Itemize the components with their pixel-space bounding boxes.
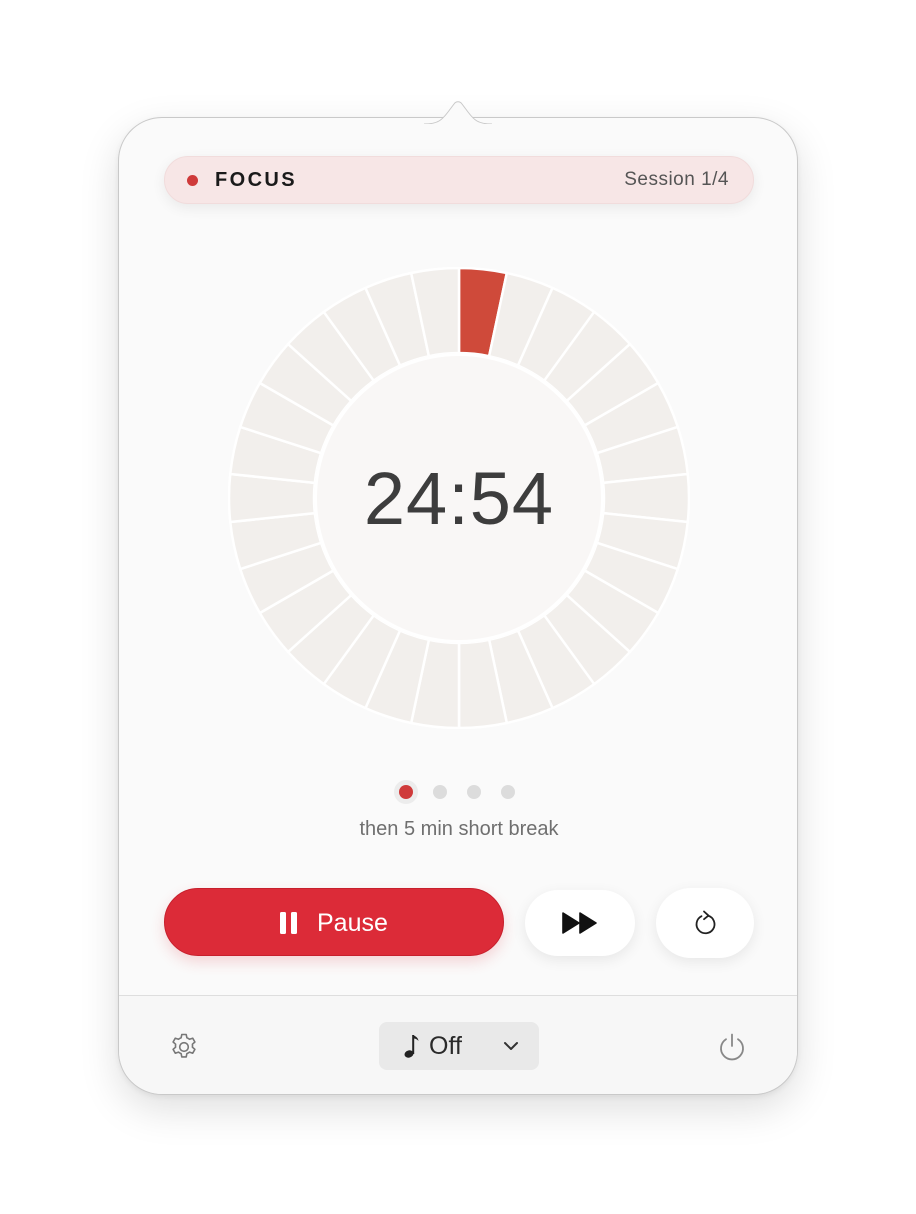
time-remaining: 24:54	[363, 456, 555, 540]
chevron-down-icon	[504, 1042, 518, 1050]
fast-forward-icon	[562, 912, 597, 934]
session-dot	[433, 785, 447, 799]
app-window: FOCUS Session 1/4 24:54 then 5 min short…	[0, 0, 916, 1214]
session-dots	[394, 780, 519, 804]
footer-bar: Off	[119, 996, 797, 1094]
popover-caret	[424, 101, 492, 124]
pause-icon	[280, 912, 298, 934]
session-dot	[467, 785, 481, 799]
progress-dial: 24:54	[228, 267, 690, 729]
skip-button[interactable]	[525, 890, 635, 956]
reset-button[interactable]	[656, 888, 754, 958]
power-icon[interactable]	[717, 1032, 747, 1062]
reset-icon	[695, 910, 716, 935]
music-select[interactable]: Off	[379, 1022, 539, 1070]
session-counter: Session 1/4	[624, 169, 729, 190]
mode-indicator-dot	[187, 175, 198, 186]
timer-popover: FOCUS Session 1/4 24:54 then 5 min short…	[118, 117, 798, 1095]
music-note-icon	[404, 1035, 419, 1058]
session-dot-current	[399, 785, 413, 799]
session-dot	[501, 785, 515, 799]
pause-button[interactable]: Pause	[164, 888, 504, 956]
music-value: Off	[429, 1032, 462, 1060]
mode-label: FOCUS	[215, 169, 297, 191]
next-break-label: then 5 min short break	[359, 818, 559, 840]
gear-icon[interactable]	[168, 1031, 200, 1063]
mode-header: FOCUS Session 1/4	[164, 156, 754, 204]
pause-button-label: Pause	[317, 909, 388, 937]
